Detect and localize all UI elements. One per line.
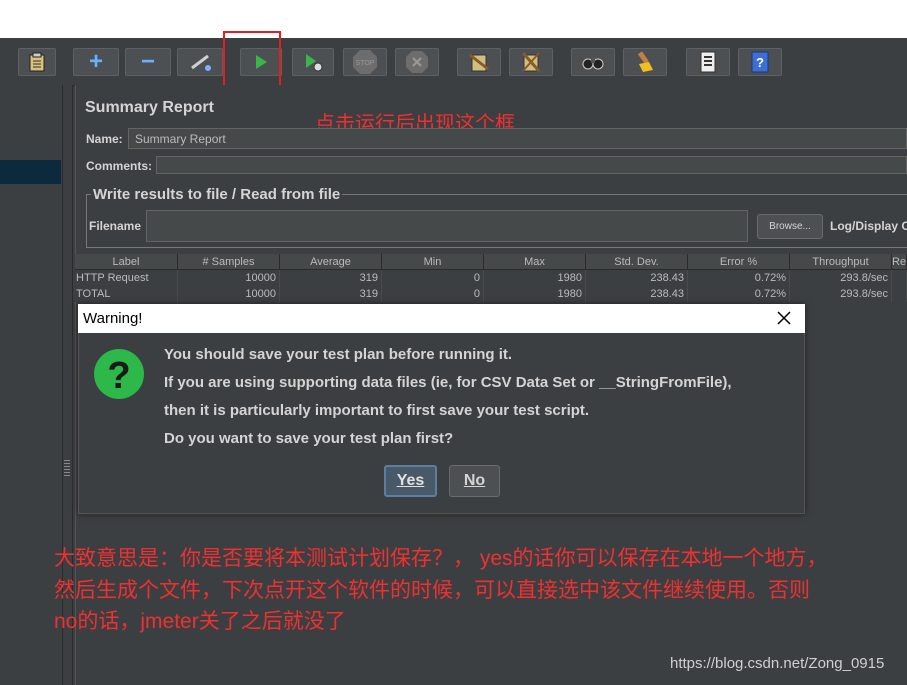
column-header[interactable]: # Samples bbox=[178, 254, 280, 270]
dialog-message-line: If you are using supporting data files (… bbox=[164, 374, 732, 391]
table-cell: 1980 bbox=[484, 270, 586, 286]
help-button[interactable]: ? bbox=[738, 48, 782, 76]
splitter-grip-icon[interactable] bbox=[64, 460, 70, 478]
table-cell: 10000 bbox=[178, 270, 280, 286]
dialog-title: Warning! bbox=[83, 310, 143, 327]
yes-button[interactable]: Yes bbox=[384, 465, 437, 497]
templates-button[interactable] bbox=[18, 48, 56, 76]
toolbar: + − STOP ? bbox=[0, 38, 907, 86]
comments-label: Comments: bbox=[86, 159, 153, 173]
svg-text:?: ? bbox=[107, 355, 130, 397]
annotation-bottom-line: 然后生成个文件，下次点开这个软件的时候，可以直接选中该文件继续使用。否则 bbox=[54, 579, 810, 602]
dialog-message-line: then it is particularly important to fir… bbox=[164, 402, 590, 419]
highlight-box bbox=[223, 31, 281, 91]
column-header[interactable]: Average bbox=[280, 254, 382, 270]
table-cell: 319 bbox=[280, 286, 382, 302]
tree-selected-item[interactable] bbox=[0, 160, 61, 184]
table-cell: 1980 bbox=[484, 286, 586, 302]
column-header[interactable]: Throughput bbox=[790, 254, 892, 270]
column-header[interactable]: Min bbox=[382, 254, 484, 270]
table-cell: 238.43 bbox=[586, 270, 688, 286]
table-cell: 0.72% bbox=[688, 286, 790, 302]
start-no-pauses-button[interactable] bbox=[292, 48, 334, 76]
question-icon: ? bbox=[93, 348, 145, 400]
search-icon bbox=[582, 57, 604, 70]
expand-all-icon: + bbox=[88, 48, 103, 75]
table-cell bbox=[892, 270, 907, 286]
function-helper-icon bbox=[700, 51, 716, 73]
collapse-all-icon: − bbox=[140, 48, 155, 75]
column-header[interactable]: Re bbox=[892, 254, 907, 270]
table-cell: 293.8/sec bbox=[790, 270, 892, 286]
stop-icon: STOP bbox=[353, 50, 377, 74]
table-cell: 0 bbox=[382, 286, 484, 302]
shutdown-icon bbox=[406, 51, 428, 73]
comments-field[interactable] bbox=[156, 156, 907, 174]
filename-label: Filename bbox=[89, 219, 142, 233]
table-cell: 319 bbox=[280, 270, 382, 286]
close-icon bbox=[777, 311, 791, 325]
no-button[interactable]: No bbox=[449, 465, 500, 497]
table-cell: TOTAL bbox=[75, 286, 178, 302]
toggle-icon bbox=[191, 54, 211, 71]
annotation-bottom-line: no的话，jmeter关了之后就没了 bbox=[54, 610, 346, 633]
clear-icon bbox=[469, 53, 489, 72]
help-icon-text: ? bbox=[756, 55, 764, 70]
column-header[interactable]: Max bbox=[484, 254, 586, 270]
browse-button[interactable]: Browse... bbox=[757, 214, 823, 239]
function-helper-button[interactable] bbox=[686, 48, 730, 76]
results-table: Label # Samples Average Min Max Std. Dev… bbox=[75, 254, 907, 302]
expand-all-button[interactable]: + bbox=[73, 48, 119, 76]
dialog-message-line: You should save your test plan before ru… bbox=[164, 346, 513, 363]
table-cell: 238.43 bbox=[586, 286, 688, 302]
templates-icon bbox=[29, 52, 45, 72]
table-cell: 293.8/sec bbox=[790, 286, 892, 302]
column-header[interactable]: Std. Dev. bbox=[586, 254, 688, 270]
table-cell: HTTP Request bbox=[75, 270, 178, 286]
clear-all-icon bbox=[521, 52, 541, 72]
reset-search-icon bbox=[637, 51, 653, 72]
title-bar bbox=[0, 0, 907, 38]
table-cell: 10000 bbox=[178, 286, 280, 302]
shutdown-button[interactable] bbox=[395, 48, 439, 76]
toggle-button[interactable] bbox=[177, 48, 223, 76]
column-header[interactable]: Error % bbox=[688, 254, 790, 270]
clear-all-button[interactable] bbox=[509, 48, 553, 76]
table-cell: 0.72% bbox=[688, 270, 790, 286]
column-header[interactable]: Label bbox=[75, 254, 178, 270]
reset-search-button[interactable] bbox=[623, 48, 667, 76]
filename-field[interactable] bbox=[146, 210, 748, 242]
page-title: Summary Report bbox=[85, 99, 214, 116]
table-cell bbox=[892, 286, 907, 302]
stop-icon-text: STOP bbox=[356, 60, 375, 67]
annotation-bottom-line: 大致意思是：你是否要将本测试计划保存？， yes的话你可以保存在本地一个地方， bbox=[54, 547, 828, 570]
dialog-message-line: Do you want to save your test plan first… bbox=[164, 430, 454, 447]
log-display-label: Log/Display O bbox=[830, 219, 907, 233]
search-button[interactable] bbox=[571, 48, 615, 76]
dialog-close-button[interactable] bbox=[772, 306, 796, 330]
watermark: https://blog.csdn.net/Zong_0915 bbox=[670, 655, 885, 672]
start-no-pauses-icon bbox=[306, 54, 323, 72]
collapse-all-button[interactable]: − bbox=[125, 48, 171, 76]
clear-button[interactable] bbox=[457, 48, 501, 76]
name-field[interactable]: Summary Report bbox=[128, 128, 907, 149]
stop-button[interactable]: STOP bbox=[343, 48, 387, 76]
table-cell: 0 bbox=[382, 270, 484, 286]
help-icon: ? bbox=[751, 51, 769, 73]
file-section-title: Write results to file / Read from file bbox=[91, 186, 343, 203]
dialog-titlebar[interactable] bbox=[78, 304, 805, 333]
name-label: Name: bbox=[86, 132, 123, 146]
